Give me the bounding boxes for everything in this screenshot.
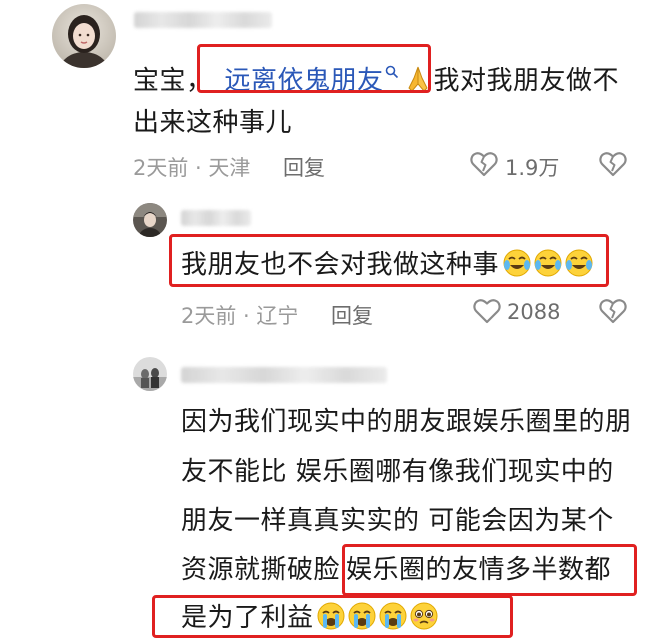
- comment-text: 我对我朋友做不: [433, 66, 620, 96]
- highlight-box: [169, 234, 609, 287]
- highlight-box: [342, 544, 637, 596]
- avatar[interactable]: [133, 203, 167, 237]
- username-blurred[interactable]: [181, 367, 387, 383]
- comment-text-line-1: 因为我们现实中的朋友跟娱乐圈里的朋: [181, 407, 632, 437]
- avatar[interactable]: [133, 357, 167, 391]
- comment-text-line-3: 朋友一样真真实实的 可能会因为某个: [181, 506, 614, 536]
- heart-broken-outline-icon[interactable]: [599, 151, 627, 177]
- highlight-box: [197, 44, 431, 93]
- reply-button[interactable]: 回复: [283, 152, 325, 182]
- comment-text-line-2: 出来这种事儿: [133, 108, 293, 138]
- comment-meta: 2天前 · 天津: [133, 156, 251, 180]
- like-count: 1.9万: [505, 156, 560, 180]
- username-blurred[interactable]: [134, 12, 272, 28]
- comment-location: 辽宁: [256, 304, 299, 328]
- comment-time: 2天前: [181, 304, 237, 328]
- username-blurred[interactable]: [181, 210, 251, 226]
- comment-meta: 2天前 · 辽宁: [181, 304, 299, 328]
- heart-icon[interactable]: [473, 298, 501, 324]
- reply-button[interactable]: 回复: [331, 300, 373, 330]
- avatar[interactable]: [52, 4, 116, 68]
- heart-broken-icon[interactable]: [470, 151, 498, 177]
- like-count: 2088: [507, 300, 561, 324]
- highlight-box: [152, 595, 513, 638]
- comment-text-line-2: 友不能比 娱乐圈哪有像我们现实中的: [181, 457, 614, 487]
- comment-time: 2天前: [133, 156, 189, 180]
- comment-location: 天津: [208, 156, 251, 180]
- heart-broken-outline-icon[interactable]: [599, 298, 627, 324]
